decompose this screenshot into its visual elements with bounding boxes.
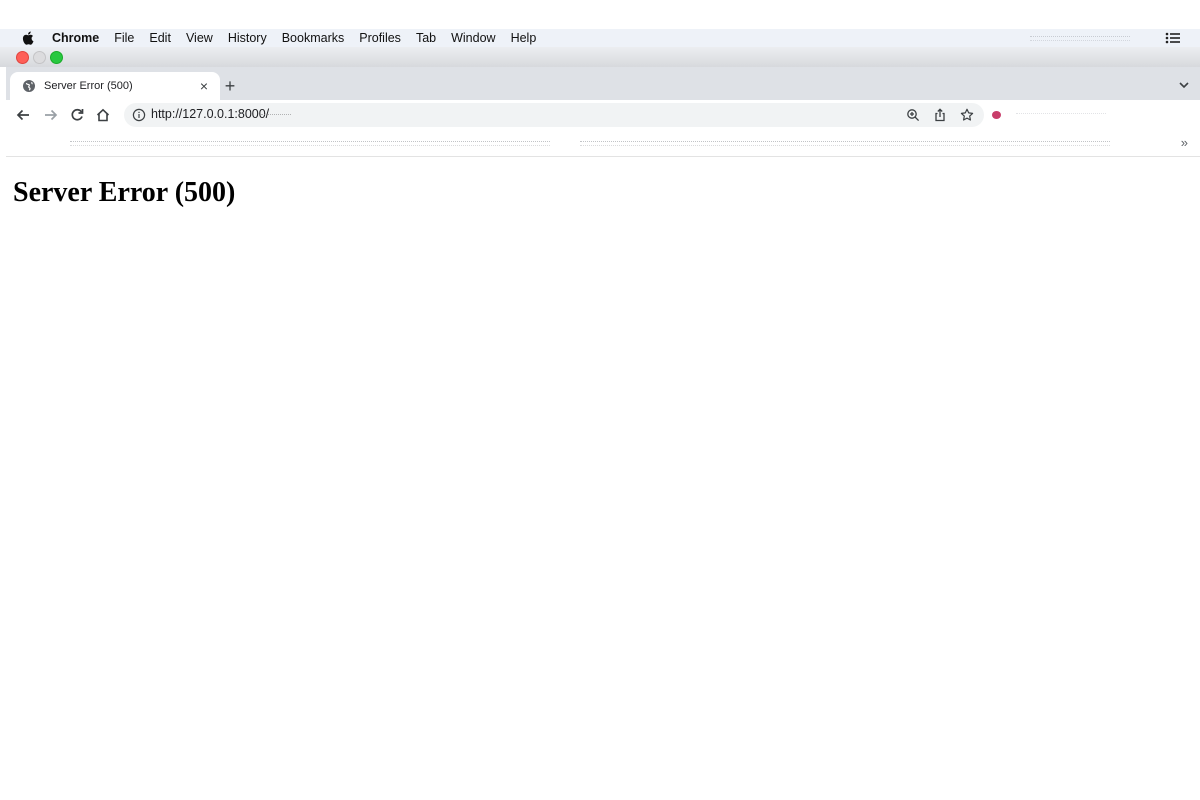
chevron-down-icon[interactable] xyxy=(1176,77,1192,93)
menu-tab[interactable]: Tab xyxy=(416,31,436,45)
tab-strip: Server Error (500) × + xyxy=(6,67,1200,100)
bookmarks-blurred-right xyxy=(580,141,1110,146)
home-icon[interactable] xyxy=(94,106,112,124)
bookmarks-blurred-left xyxy=(70,141,550,146)
menu-history[interactable]: History xyxy=(228,31,267,45)
menu-help[interactable]: Help xyxy=(511,31,537,45)
control-center-icon[interactable] xyxy=(1164,31,1182,45)
window-titlebar xyxy=(0,47,1200,67)
share-icon[interactable] xyxy=(933,108,947,122)
menu-window[interactable]: Window xyxy=(451,31,495,45)
macos-menu-bar: Chrome File Edit View History Bookmarks … xyxy=(0,29,1200,47)
menu-edit[interactable]: Edit xyxy=(149,31,171,45)
browser-toolbar: http://127.0.0.1:8000/ xyxy=(6,100,1200,130)
apple-icon[interactable] xyxy=(22,31,36,45)
menu-app-chrome[interactable]: Chrome xyxy=(52,31,99,45)
menu-bookmarks[interactable]: Bookmarks xyxy=(282,31,345,45)
extensions-blurred xyxy=(1016,113,1106,116)
url-path-blurred xyxy=(261,114,291,118)
page-content: Server Error (500) xyxy=(0,157,1200,800)
bookmarks-bar: » xyxy=(6,130,1200,157)
menu-profiles[interactable]: Profiles xyxy=(359,31,401,45)
arrow-right-icon[interactable] xyxy=(42,106,60,124)
status-items-blurred xyxy=(1030,35,1130,41)
bookmarks-overflow-button[interactable]: » xyxy=(1181,135,1188,150)
reload-icon[interactable] xyxy=(68,106,86,124)
address-bar[interactable]: http://127.0.0.1:8000/ xyxy=(124,103,984,127)
extension-icon[interactable] xyxy=(992,111,1001,119)
arrow-left-icon[interactable] xyxy=(14,106,32,124)
zoom-window-button[interactable] xyxy=(50,51,63,64)
globe-icon xyxy=(22,79,36,93)
close-tab-icon[interactable]: × xyxy=(196,78,212,94)
tab-server-error[interactable]: Server Error (500) × xyxy=(10,72,220,100)
url-text[interactable]: http://127.0.0.1:8000/ xyxy=(151,107,269,121)
tab-title: Server Error (500) xyxy=(44,80,133,92)
page-title: Server Error (500) xyxy=(13,177,236,208)
new-tab-button[interactable]: + xyxy=(220,76,240,96)
info-icon[interactable] xyxy=(132,108,146,122)
zoom-icon[interactable] xyxy=(906,108,920,122)
minimize-window-button[interactable] xyxy=(33,51,46,64)
menu-view[interactable]: View xyxy=(186,31,213,45)
menu-bar-status-items xyxy=(1030,29,1150,47)
menu-file[interactable]: File xyxy=(114,31,134,45)
close-window-button[interactable] xyxy=(16,51,29,64)
star-icon[interactable] xyxy=(960,108,974,122)
